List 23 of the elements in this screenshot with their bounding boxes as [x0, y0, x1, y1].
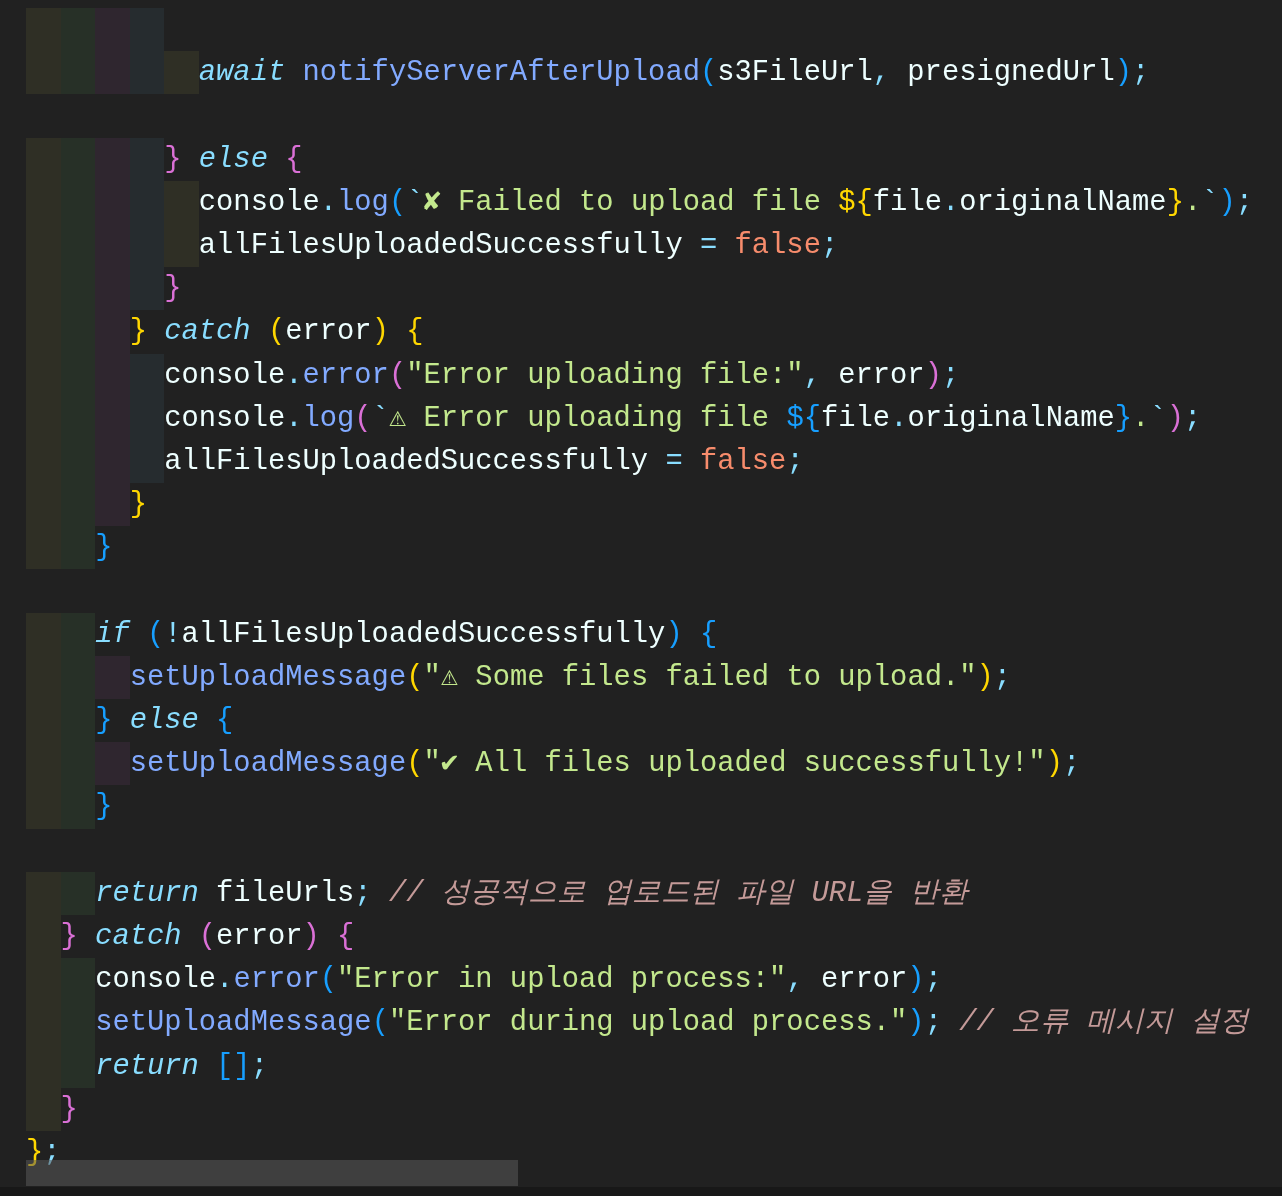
code-line: console.log(`⚠ Error uploading file ${file.originalName}.`);	[26, 396, 1202, 440]
code-line: console.error("Error uploading file:", error);	[26, 353, 960, 397]
code-line: allFilesUploadedSuccessfully = false;	[26, 439, 804, 484]
code-line: }	[26, 483, 147, 527]
code-line: if (!allFilesUploadedSuccessfully) {	[26, 612, 718, 656]
code-line: return [];	[26, 1044, 268, 1088]
code-line: setUploadMessage("Error during upload process."); // 오류 메시지 설정	[26, 1001, 1249, 1045]
code-line: await notifyServerAfterUpload(s3FileUrl, presignedUrl);	[26, 51, 1150, 95]
code-line: };	[26, 1134, 61, 1171]
code-line: console.log(`✘ Failed to upload file ${file.originalName}.`);	[26, 180, 1254, 224]
code-line: }	[26, 267, 182, 311]
code-line: return fileUrls; // 성공적으로 업로드된 파일 URL을 반환	[26, 871, 968, 915]
code-line: }	[26, 526, 113, 570]
code-line: } catch (error) {	[26, 914, 355, 959]
code-line: } else {	[26, 137, 303, 181]
code-line: }	[26, 1087, 78, 1131]
code-line: setUploadMessage("⚠ Some files failed to upload.");	[26, 655, 1012, 699]
code-line: }	[26, 785, 113, 829]
code-line: setUploadMessage("✔ All files uploaded successfully!");	[26, 742, 1081, 786]
code-line: allFilesUploadedSuccessfully = false;	[26, 223, 839, 268]
code-line: console.error("Error in upload process:", error);	[26, 958, 942, 1002]
code-line: } else {	[26, 699, 234, 743]
code-line: } catch (error) {	[26, 310, 424, 354]
